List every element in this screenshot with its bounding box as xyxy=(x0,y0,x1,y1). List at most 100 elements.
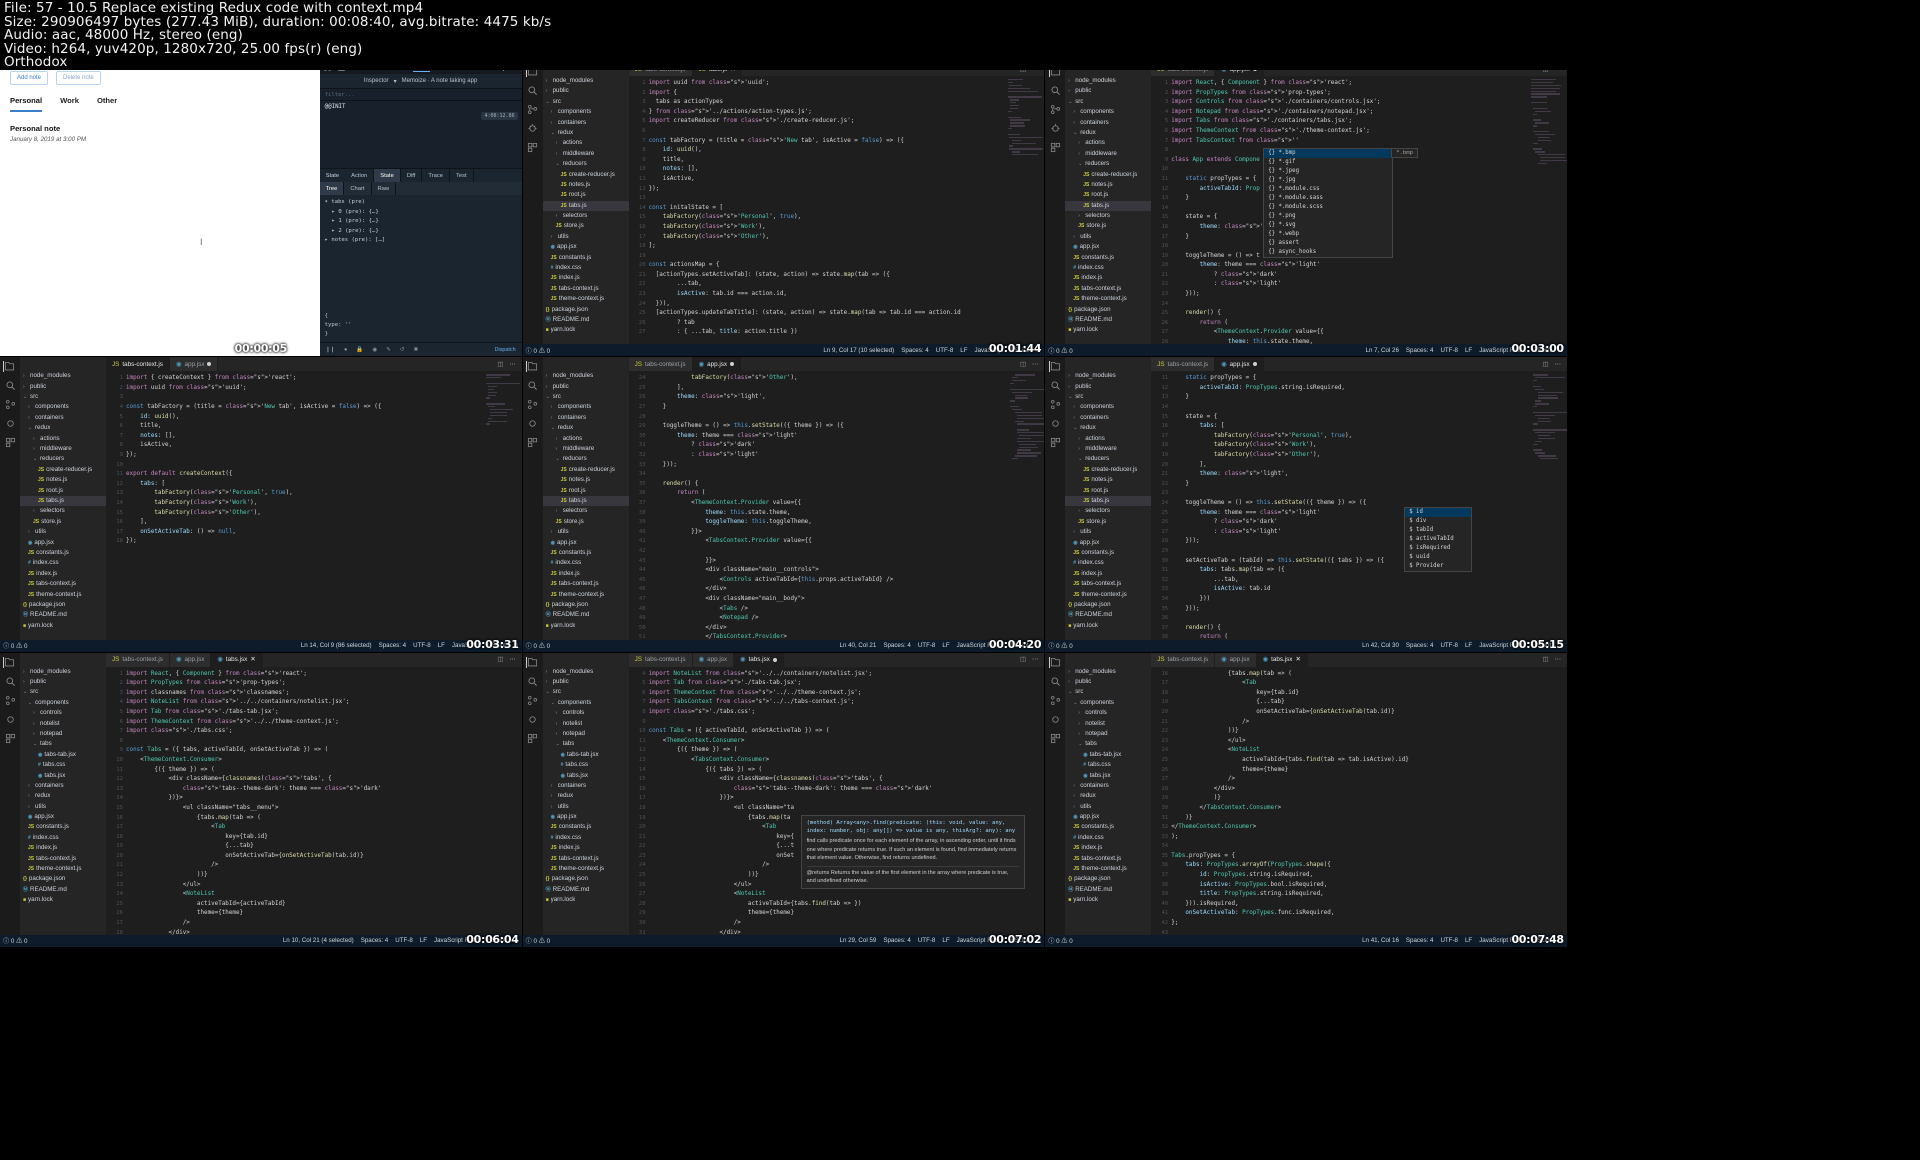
devtools-filter-input[interactable]: filter... xyxy=(320,89,522,101)
eol[interactable]: LF xyxy=(438,642,445,649)
code-line[interactable]: const actionsMap = { xyxy=(649,261,1045,271)
file-explorer[interactable]: ›node_modules›public⌄src⌄components›cont… xyxy=(20,653,106,935)
explorer-item[interactable]: ◉tabs-tab.jsx xyxy=(1065,750,1151,760)
code-line[interactable]: })}> xyxy=(649,794,1045,804)
explorer-item[interactable]: ›public xyxy=(1065,86,1151,96)
explorer-item[interactable]: {}package.json xyxy=(543,874,629,884)
explorer-item[interactable]: ›public xyxy=(543,86,629,96)
explorer-item[interactable]: ⌄components xyxy=(543,698,629,708)
code-line[interactable]: title, xyxy=(649,156,1045,166)
explorer-item[interactable]: ⓂREADME.md xyxy=(543,315,629,325)
source-control-icon[interactable] xyxy=(5,695,16,706)
tab-other[interactable]: Other xyxy=(97,96,117,112)
chevron-icon[interactable]: › xyxy=(1073,802,1078,812)
code-line[interactable]: <div className={classnames(class="s">'ta… xyxy=(649,775,1045,785)
editor-tab[interactable]: ◉app.jsx xyxy=(1215,357,1263,371)
explorer-item[interactable]: ⌄src xyxy=(20,392,106,402)
code-line[interactable]: } xyxy=(649,403,1045,413)
code-line[interactable]: import Tab from class="s">'./tabs-tab.js… xyxy=(649,679,1045,689)
panel-vscode-tabs-jsx[interactable]: ›node_modules›public⌄src⌄components›cont… xyxy=(0,653,523,948)
chevron-icon[interactable]: › xyxy=(546,86,551,96)
source-control-icon[interactable] xyxy=(5,399,16,410)
explorer-item[interactable]: JStabs.js xyxy=(20,496,106,506)
explorer-item[interactable]: JStabs-context.js xyxy=(20,579,106,589)
code-line[interactable]: <ThemeContext.Provider value={{ xyxy=(1171,328,1567,338)
code-line[interactable] xyxy=(649,718,1045,728)
chevron-icon[interactable]: › xyxy=(23,677,28,687)
code-line[interactable]: tabs: PropTypes.arrayOf(PropTypes.shape(… xyxy=(1171,861,1567,871)
sweep-icon[interactable]: ✖ xyxy=(414,347,419,353)
code-line[interactable]: id: uuid(), xyxy=(126,413,522,423)
code-line[interactable]: }}> xyxy=(649,557,1045,567)
persist-icon[interactable]: ◉ xyxy=(372,347,377,353)
indent-setting[interactable]: Spaces: 4 xyxy=(901,347,929,354)
code-line[interactable]: <Tab xyxy=(1171,679,1567,689)
explorer-item[interactable]: JSconstants.js xyxy=(20,548,106,558)
explorer-item[interactable]: ⌄redux xyxy=(543,128,629,138)
encoding[interactable]: UTF-8 xyxy=(1440,642,1458,649)
code-line[interactable]: {tabs.map(tab => ( xyxy=(1171,670,1567,680)
encoding[interactable]: UTF-8 xyxy=(1440,347,1458,354)
code-line[interactable]: return ( xyxy=(1171,319,1567,329)
explorer-item[interactable]: ⌄reducers xyxy=(543,159,629,169)
status-bar[interactable]: ⓘ 0 ⚠ 0 Ln 42, Col 30 Spaces: 4 UTF-8 LF… xyxy=(1045,640,1567,652)
explorer-item[interactable]: JSindex.js xyxy=(20,569,106,579)
explorer-item[interactable]: {}package.json xyxy=(543,305,629,315)
code-line[interactable]: isActive: tab.id === action.id, xyxy=(649,290,1045,300)
explorer-item[interactable]: ◉app.jsx xyxy=(543,812,629,822)
explorer-item[interactable]: ›node_modules xyxy=(543,371,629,381)
code-line[interactable]: onSetActiveTab={onSetActiveTab(tab.id)} xyxy=(1171,708,1567,718)
explorer-item[interactable]: ›controls xyxy=(20,708,106,718)
explorer-item[interactable]: JStheme-context.js xyxy=(543,590,629,600)
chevron-icon[interactable]: › xyxy=(1078,149,1083,159)
code-line[interactable]: tabFactory(class="s">'Other'), xyxy=(126,509,522,519)
explorer-item[interactable]: ■yarn.lock xyxy=(20,895,106,905)
code-editor[interactable]: 1617181920212223242526272829303132333435… xyxy=(1151,667,1567,935)
explorer-item[interactable]: ◉app.jsx xyxy=(20,812,106,822)
suggestion-item[interactable]: {} *.module.css xyxy=(1264,185,1392,194)
code-line[interactable] xyxy=(1171,403,1567,413)
explorer-item[interactable]: ›containers xyxy=(1065,118,1151,128)
code-line[interactable]: import class="s">'./tabs.css'; xyxy=(649,708,1045,718)
code-line[interactable]: import class="s">'./tabs.css'; xyxy=(126,727,522,737)
code-line[interactable]: theme: this.state.theme, xyxy=(1171,338,1567,344)
extensions-icon[interactable] xyxy=(5,733,16,744)
more-actions-icon[interactable]: ⋯ xyxy=(509,361,515,368)
chevron-icon[interactable]: ⌄ xyxy=(546,97,551,107)
explorer-item[interactable]: JSroot.js xyxy=(543,486,629,496)
file-explorer[interactable]: ›node_modules›public⌄src⌄components›cont… xyxy=(543,653,629,935)
explorer-item[interactable]: ⓂREADME.md xyxy=(1065,315,1151,325)
code-line[interactable] xyxy=(1171,547,1567,557)
code-line[interactable]: toggleTheme = () => this.setState(({ the… xyxy=(1171,499,1567,509)
code-line[interactable]: /> xyxy=(126,861,522,871)
file-explorer[interactable]: ›node_modules›public⌄src›components›cont… xyxy=(20,357,106,639)
tab-work[interactable]: Work xyxy=(60,96,79,112)
code-line[interactable]: import { createContext } from class="s">… xyxy=(126,374,522,384)
code-line[interactable]: } from class="s">'../actions/action-type… xyxy=(649,108,1045,118)
code-line[interactable]: key={tab.id} xyxy=(126,833,522,843)
chevron-icon[interactable]: › xyxy=(1073,118,1078,128)
chevron-icon[interactable]: › xyxy=(28,413,33,423)
editor-tab[interactable]: JStabs-context.js xyxy=(1151,653,1215,667)
code-line[interactable]: : { ...tab, title: action.title }) xyxy=(649,328,1045,338)
code-line[interactable] xyxy=(126,737,522,747)
chevron-icon[interactable]: › xyxy=(1068,86,1073,96)
viewtab-chart[interactable]: Chart xyxy=(344,182,371,195)
suggestion-item[interactable]: $ isRequired xyxy=(1405,544,1471,553)
cursor-position[interactable]: Ln 7, Col 26 xyxy=(1366,347,1399,354)
code-line[interactable]: class="s">'tabs--theme-dark': theme === … xyxy=(126,785,522,795)
debug-icon[interactable] xyxy=(527,123,538,134)
explorer-item[interactable]: JSroot.js xyxy=(1065,190,1151,200)
debug-icon[interactable] xyxy=(1050,123,1061,134)
code-line[interactable]: static propTypes = { xyxy=(1171,374,1567,384)
explorer-item[interactable]: JStabs-context.js xyxy=(543,854,629,864)
chevron-icon[interactable]: › xyxy=(556,211,561,221)
code-line[interactable]: <TabsContext.Consumer> xyxy=(649,756,1045,766)
revert-icon[interactable]: ↺ xyxy=(400,347,405,353)
explorer-icon[interactable] xyxy=(1049,361,1061,372)
debug-icon[interactable] xyxy=(1050,714,1061,725)
code-line[interactable]: const Tabs = ({ activeTabId, onSetActive… xyxy=(649,727,1045,737)
code-line[interactable]: [actionTypes.updateTabTitle]: (state, ac… xyxy=(649,309,1045,319)
chevron-icon[interactable]: › xyxy=(556,434,561,444)
explorer-item[interactable]: ›controls xyxy=(1065,708,1151,718)
